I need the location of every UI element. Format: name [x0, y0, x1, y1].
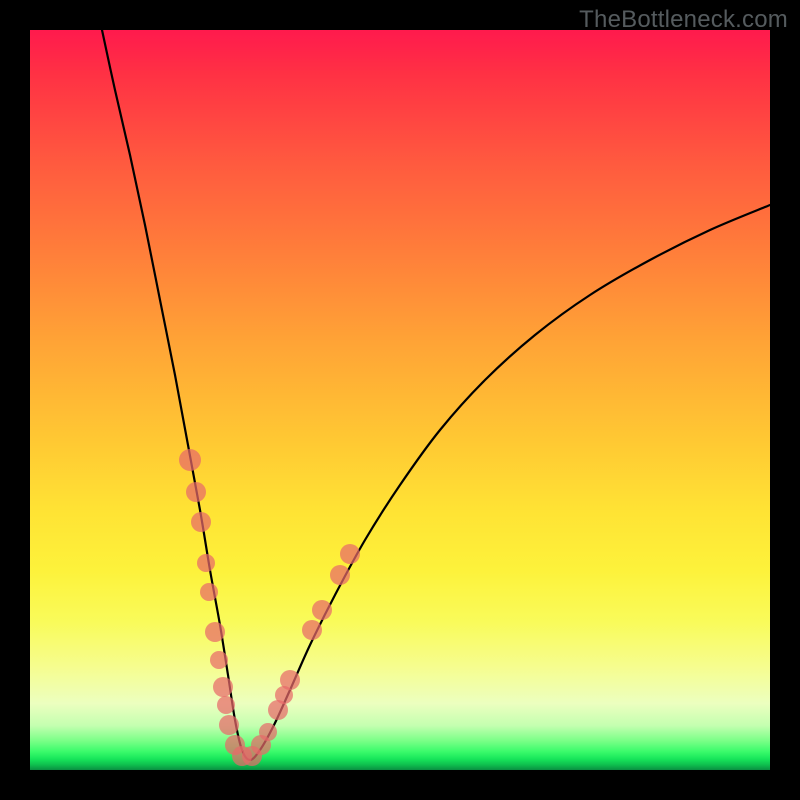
- data-marker: [259, 723, 277, 741]
- data-marker: [205, 622, 225, 642]
- marker-group: [179, 449, 360, 766]
- data-marker: [197, 554, 215, 572]
- chart-frame: TheBottleneck.com: [0, 0, 800, 800]
- plot-area: [30, 30, 770, 770]
- watermark-text: TheBottleneck.com: [579, 6, 788, 34]
- data-marker: [280, 670, 300, 690]
- data-marker: [179, 449, 201, 471]
- data-marker: [200, 583, 218, 601]
- data-marker: [340, 544, 360, 564]
- data-marker: [186, 482, 206, 502]
- curve-layer: [30, 30, 770, 770]
- data-marker: [330, 565, 350, 585]
- data-marker: [191, 512, 211, 532]
- data-marker: [213, 677, 233, 697]
- data-marker: [312, 600, 332, 620]
- data-marker: [217, 696, 235, 714]
- data-marker: [219, 715, 239, 735]
- data-marker: [210, 651, 228, 669]
- data-marker: [302, 620, 322, 640]
- bottleneck-curve: [102, 30, 770, 760]
